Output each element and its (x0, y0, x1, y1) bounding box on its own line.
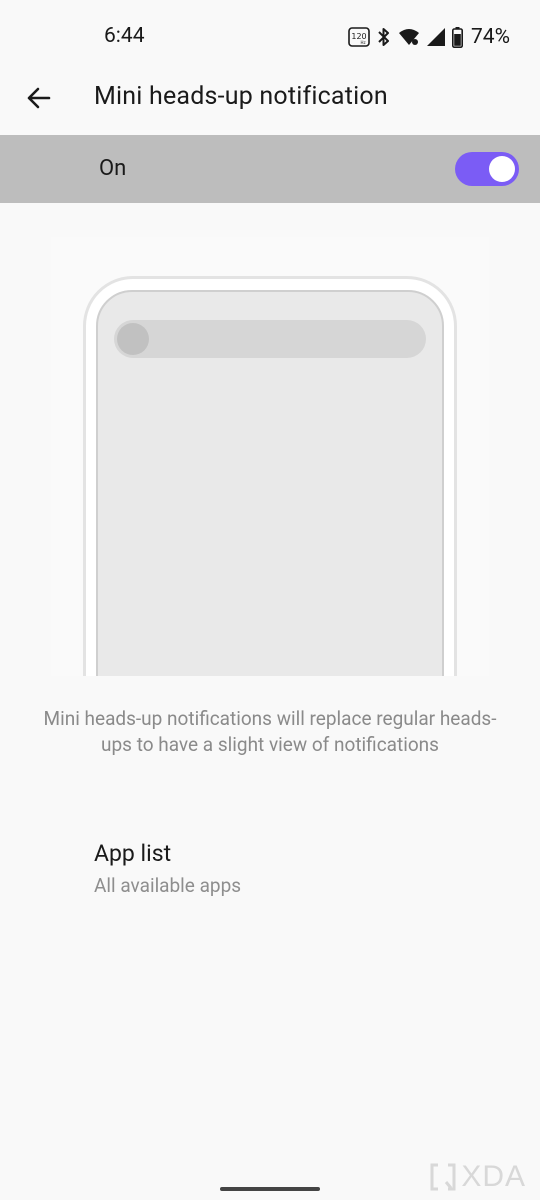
preview-illustration (51, 237, 489, 676)
main-toggle-row[interactable]: On (0, 135, 540, 203)
mini-notification-pill (114, 320, 426, 358)
battery-icon (452, 26, 463, 48)
status-icons: 120 Hz 74% (348, 24, 510, 50)
screen: 6:44 120 Hz 74% Mini heads-up notificati… (0, 0, 540, 1200)
arrow-back-icon (27, 87, 51, 109)
status-time: 6:44 (104, 24, 145, 48)
status-bar: 6:44 120 Hz 74% (0, 0, 540, 72)
xda-watermark: XDA (429, 1160, 526, 1194)
bluetooth-icon (376, 26, 392, 48)
svg-text:Hz: Hz (360, 40, 365, 45)
wifi-icon (398, 27, 420, 47)
app-bar: Mini heads-up notification (0, 72, 540, 134)
app-list-item[interactable]: App list All available apps (0, 830, 540, 910)
page-title: Mini heads-up notification (94, 82, 388, 111)
app-list-subtitle: All available apps (94, 874, 242, 897)
cell-signal-icon (426, 27, 446, 47)
main-toggle-switch[interactable] (455, 152, 519, 186)
back-button[interactable] (22, 82, 54, 114)
switch-knob (489, 156, 515, 182)
refresh-rate-120-icon: 120 Hz (348, 27, 370, 47)
battery-percent: 74% (471, 25, 510, 49)
toggle-label: On (99, 156, 127, 181)
notification-app-icon (117, 323, 149, 355)
gesture-nav-bar[interactable] (220, 1187, 320, 1191)
xda-logo-icon (430, 1163, 456, 1191)
feature-description: Mini heads-up notifications will replace… (43, 707, 497, 756)
watermark-text: XDA (461, 1160, 526, 1193)
app-list-title: App list (94, 840, 172, 867)
